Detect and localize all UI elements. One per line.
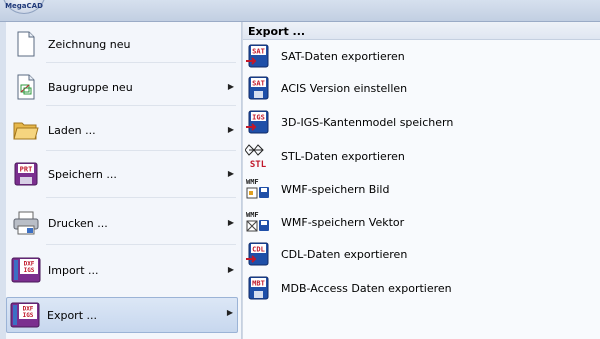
mdb-export-icon: MBT bbox=[245, 274, 271, 302]
separator bbox=[46, 150, 236, 151]
submenu-item-acis-version[interactable]: SAT ACIS Version einstellen bbox=[244, 72, 598, 104]
title-bar bbox=[0, 0, 600, 22]
svg-text:STL: STL bbox=[250, 160, 267, 169]
submenu-title: Export ... bbox=[243, 22, 600, 40]
separator bbox=[46, 105, 236, 106]
menu-rail bbox=[0, 22, 6, 339]
wmf-image-icon: WMF bbox=[245, 175, 271, 203]
separator bbox=[46, 197, 236, 198]
svg-text:CDL: CDL bbox=[252, 246, 265, 254]
menu-item-save[interactable]: PRT Speichern ... ▶ bbox=[8, 159, 238, 189]
submenu-item-igs-save[interactable]: IGS 3D-IGS-Kantenmodel speichern bbox=[244, 106, 598, 138]
save-prt-icon: PRT bbox=[10, 159, 42, 189]
igs-save-icon: IGS bbox=[245, 108, 271, 136]
separator bbox=[46, 62, 236, 63]
submenu-item-wmf-image[interactable]: WMF WMF-speichern Bild bbox=[244, 173, 598, 205]
menu-item-import[interactable]: DXF IGS Import ... ▶ bbox=[8, 255, 238, 285]
menu-item-new-assembly[interactable]: Baugruppe neu ▶ bbox=[8, 72, 238, 102]
svg-text:MBT: MBT bbox=[252, 280, 265, 288]
menu-item-print[interactable]: Drucken ... ▶ bbox=[8, 208, 238, 238]
svg-text:IGS: IGS bbox=[252, 114, 265, 122]
menu-item-label: Export ... bbox=[47, 308, 97, 322]
submenu-arrow-icon: ▶ bbox=[227, 82, 234, 91]
stl-export-icon: STL bbox=[245, 142, 271, 170]
submenu-item-wmf-vector[interactable]: WMF WMF-speichern Vektor bbox=[244, 206, 598, 238]
submenu-item-label: WMF-speichern Vektor bbox=[281, 215, 405, 229]
menu-item-export[interactable]: DXF IGS Export ... ▶ bbox=[6, 297, 238, 333]
svg-text:IGS: IGS bbox=[23, 312, 34, 319]
submenu-item-stl-export[interactable]: STL STL-Daten exportieren bbox=[244, 140, 598, 172]
app-logo-text: MegaCAD bbox=[5, 2, 43, 10]
submenu-item-mdb-export[interactable]: MBT MDB-Access Daten exportieren bbox=[244, 272, 598, 304]
submenu-arrow-icon: ▶ bbox=[226, 308, 233, 317]
submenu-item-label: WMF-speichern Bild bbox=[281, 182, 390, 196]
submenu-arrow-icon: ▶ bbox=[227, 169, 234, 178]
cdl-export-icon: CDL bbox=[245, 240, 271, 268]
import-dxf-igs-icon: DXF IGS bbox=[10, 255, 42, 285]
menu-item-new-drawing[interactable]: Zeichnung neu bbox=[8, 29, 238, 59]
svg-text:WMF: WMF bbox=[246, 178, 259, 186]
sat-version-icon: SAT bbox=[245, 74, 271, 102]
svg-text:SAT: SAT bbox=[252, 80, 265, 88]
separator bbox=[46, 244, 236, 245]
svg-text:PRT: PRT bbox=[20, 166, 33, 174]
submenu-item-label: SAT-Daten exportieren bbox=[281, 49, 405, 63]
new-document-icon bbox=[10, 29, 42, 59]
svg-text:IGS: IGS bbox=[24, 267, 35, 274]
menu-item-label: Drucken ... bbox=[48, 216, 108, 230]
new-assembly-icon bbox=[10, 72, 42, 102]
submenu-item-label: ACIS Version einstellen bbox=[281, 81, 408, 95]
submenu-item-label: MDB-Access Daten exportieren bbox=[281, 281, 452, 295]
submenu-item-label: CDL-Daten exportieren bbox=[281, 247, 408, 261]
submenu-arrow-icon: ▶ bbox=[227, 265, 234, 274]
svg-text:WMF: WMF bbox=[246, 211, 259, 219]
submenu-item-sat-export[interactable]: SAT SAT-Daten exportieren bbox=[244, 40, 598, 72]
sat-export-icon: SAT bbox=[245, 42, 271, 70]
menu-item-label: Speichern ... bbox=[48, 167, 117, 181]
menu-item-open[interactable]: Laden ... ▶ bbox=[8, 115, 238, 145]
svg-text:SAT: SAT bbox=[252, 48, 265, 56]
menu-item-label: Import ... bbox=[48, 263, 99, 277]
printer-icon bbox=[10, 208, 42, 238]
submenu-item-label: 3D-IGS-Kantenmodel speichern bbox=[281, 115, 454, 129]
submenu-item-label: STL-Daten exportieren bbox=[281, 149, 405, 163]
menu-item-label: Zeichnung neu bbox=[48, 37, 131, 51]
menu-item-label: Laden ... bbox=[48, 123, 96, 137]
submenu-item-cdl-export[interactable]: CDL CDL-Daten exportieren bbox=[244, 238, 598, 270]
submenu-arrow-icon: ▶ bbox=[227, 218, 234, 227]
submenu-arrow-icon: ▶ bbox=[227, 125, 234, 134]
export-dxf-igs-icon: DXF IGS bbox=[9, 300, 41, 330]
menu-item-label: Baugruppe neu bbox=[48, 80, 133, 94]
wmf-vector-icon: WMF bbox=[245, 208, 271, 236]
open-folder-icon bbox=[10, 115, 42, 145]
